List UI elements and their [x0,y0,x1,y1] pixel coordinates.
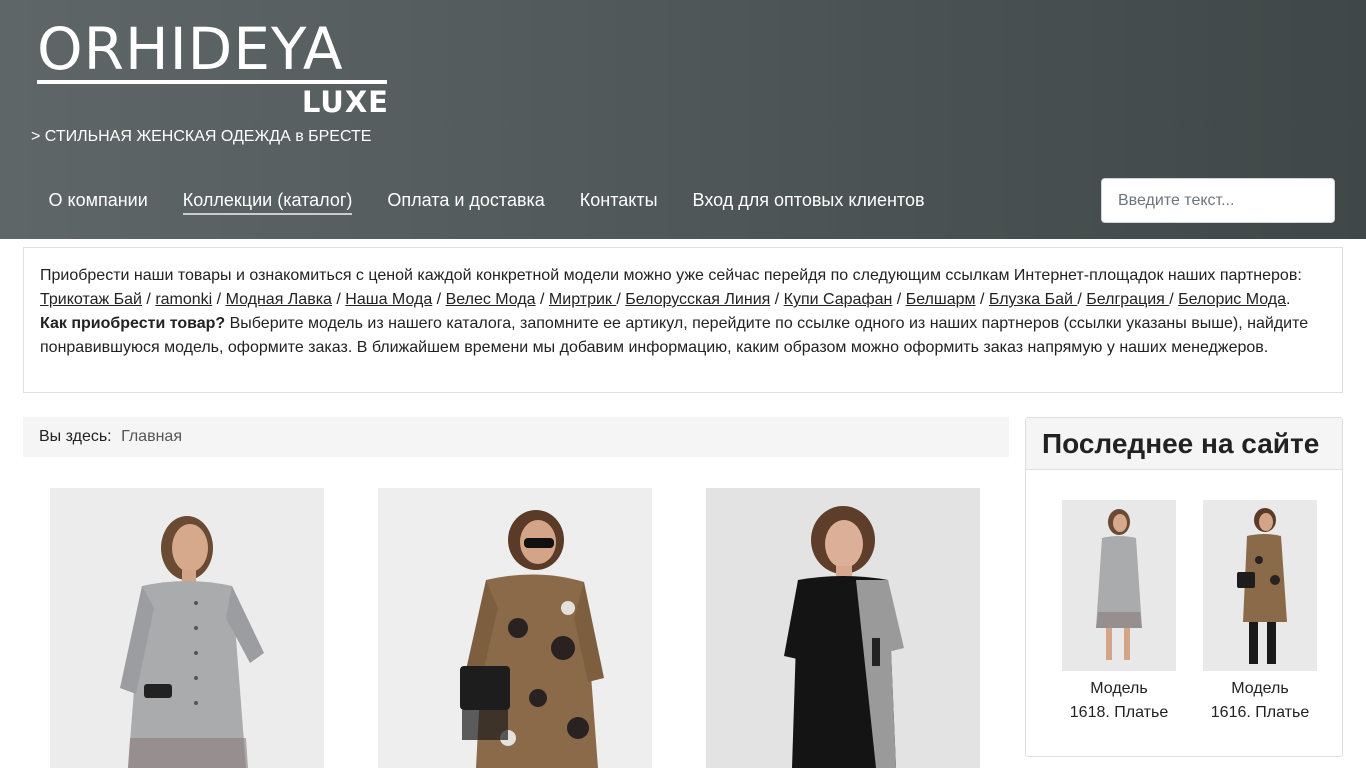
caption-line: 1616. Платье [1210,704,1310,721]
how-to-buy-title: Как приобрести товар? [40,315,226,332]
partner-link-modnaya-lavka[interactable]: Модная Лавка [226,291,332,308]
logo-rule [37,80,387,84]
latest-item[interactable]: Модель 1618. Платье [1062,500,1176,725]
nav-item-collections[interactable]: Коллекции (каталог) [165,180,370,220]
latest-item-thumbnail [1203,500,1317,671]
partner-link-mirtrik[interactable]: Миртрик [549,291,616,308]
nav-label: Контакты [579,190,658,210]
nav-item-payment-delivery[interactable]: Оплата и доставка [370,180,562,220]
breadcrumb-label: Вы здесь: [39,428,112,445]
nav-label: Коллекции (каталог) [182,190,353,215]
partner-link-belgraciya[interactable]: Белграция [1086,291,1169,308]
nav-label: Вход для оптовых клиентов [692,190,925,210]
partner-link-beloris-moda[interactable]: Белорис Мода [1178,291,1286,308]
breadcrumb-current: Главная [121,428,182,445]
product-image-1618[interactable] [50,488,324,768]
nav-item-about[interactable]: О компании [31,180,165,220]
dress-photo [706,488,980,768]
logo-subtitle: LUXE [301,85,389,119]
caption-line: Модель [1090,680,1148,697]
caption-line: 1618. Платье [1069,704,1169,721]
nav-label: О компании [48,190,148,210]
partner-link-kupi-sarafan[interactable]: Купи Сарафан [784,291,893,308]
partner-link-veles-moda[interactable]: Велес Мода [446,291,536,308]
sidebar-title: Последнее на сайте [1026,418,1342,470]
latest-item[interactable]: Модель 1616. Платье [1203,500,1317,725]
site-tagline: > СТИЛЬНАЯ ЖЕНСКАЯ ОДЕЖДА в БРЕСТЕ [31,128,372,145]
partner-link-trikotazh-bay[interactable]: Трикотаж Бай [40,291,142,308]
dress-photo [378,488,652,768]
main-nav: О компании Коллекции (каталог) Оплата и … [31,180,942,220]
info-intro: Приобрести наши товары и ознакомиться с … [40,267,1302,284]
product-image-1616[interactable] [378,488,652,768]
breadcrumb: Вы здесь: Главная [23,417,1009,457]
site-header: ORHIDEYA LUXE > СТИЛЬНАЯ ЖЕНСКАЯ ОДЕЖДА … [0,0,1366,239]
search-input[interactable] [1101,178,1335,223]
partner-link-ramonki[interactable]: ramonki [155,291,212,308]
nav-label: Оплата и доставка [387,190,545,210]
partners-info-box: Приобрести наши товары и ознакомиться с … [23,247,1343,393]
nav-item-contacts[interactable]: Контакты [562,180,675,220]
nav-item-wholesale-login[interactable]: Вход для оптовых клиентов [675,180,942,220]
product-image-black-dress[interactable] [706,488,980,768]
dress-photo [50,488,324,768]
logo-wordmark: ORHIDEYA [37,15,344,83]
partner-link-belsharm[interactable]: Белшарм [906,291,976,308]
latest-sidebar: Последнее на сайте Модель 1618. Платье М… [1025,417,1343,757]
partner-link-nasha-moda[interactable]: Наша Мода [345,291,432,308]
partner-link-belorusskaya-liniya[interactable]: Белорусская Линия [625,291,770,308]
site-logo[interactable]: ORHIDEYA LUXE [37,20,389,118]
latest-item-thumbnail [1062,500,1176,671]
caption-line: Модель [1231,680,1289,697]
partner-link-bluzka-bay[interactable]: Блузка Бай [989,291,1077,308]
how-to-buy-text: Выберите модель из нашего каталога, запо… [40,315,1309,356]
latest-item-caption: Модель 1616. Платье [1203,677,1317,725]
latest-item-caption: Модель 1618. Платье [1062,677,1176,725]
